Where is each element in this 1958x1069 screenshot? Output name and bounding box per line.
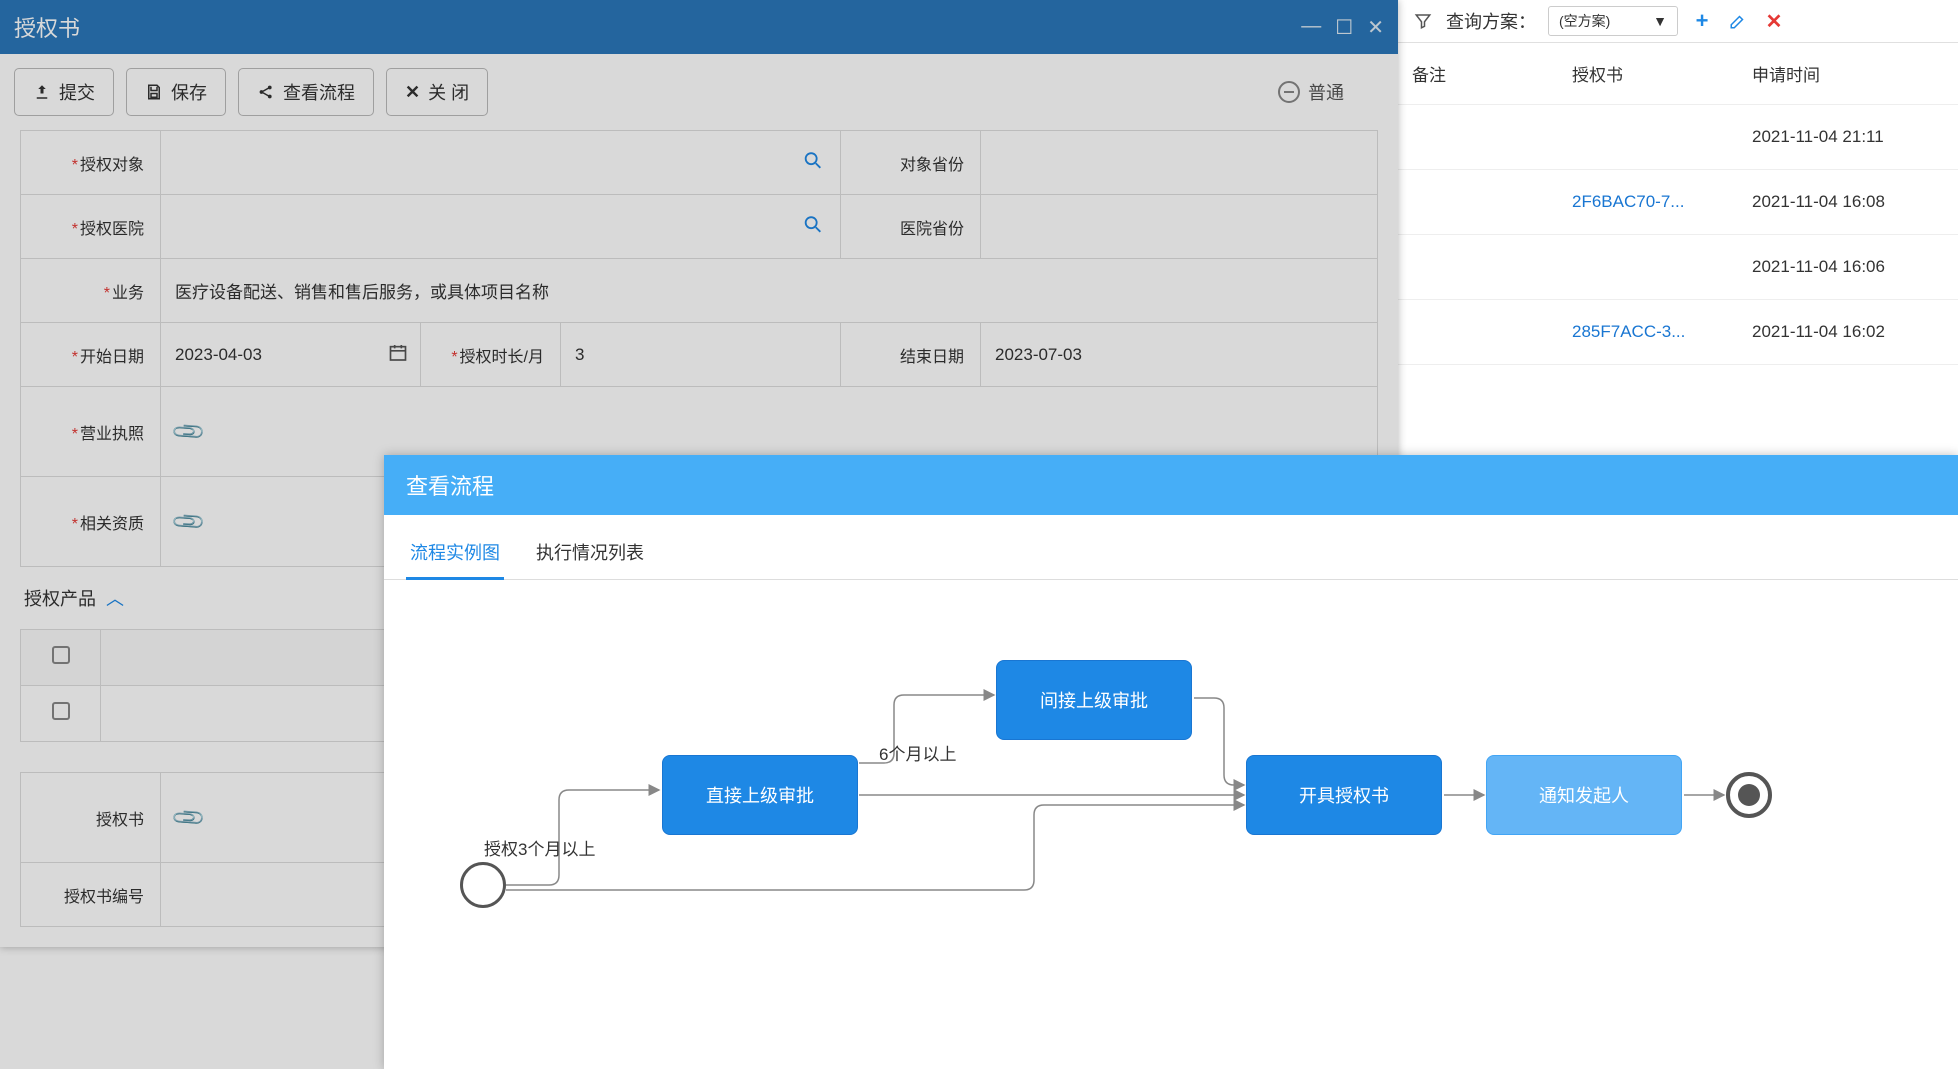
duration-field[interactable]: 3	[561, 323, 841, 387]
submit-button[interactable]: 提交	[14, 68, 114, 116]
business-field[interactable]: 医疗设备配送、销售和售后服务，或具体项目名称	[161, 259, 1378, 323]
row-checkbox[interactable]	[52, 702, 70, 720]
flow-cond-label: 6个月以上	[879, 740, 956, 765]
add-scheme-button[interactable]: +	[1690, 9, 1714, 33]
flow-node-indirect-supervisor[interactable]: 间接上级审批	[996, 660, 1192, 740]
view-flow-button[interactable]: 查看流程	[238, 68, 374, 116]
flow-start-label: 授权3个月以上	[484, 835, 595, 860]
flow-start-node	[460, 862, 506, 908]
status-icon	[1278, 81, 1300, 103]
close-button[interactable]: ✕ 关 闭	[386, 68, 488, 116]
table-row[interactable]: 285F7ACC-3...2021-11-04 16:02	[1398, 300, 1958, 365]
share-icon	[257, 83, 275, 101]
save-icon	[145, 83, 163, 101]
tab-exec-list[interactable]: 执行情况列表	[532, 531, 648, 579]
status-tag: 普通	[1278, 79, 1344, 105]
auth-hospital-field[interactable]	[161, 195, 841, 259]
start-date-label: 开始日期	[80, 349, 144, 366]
flow-node-direct-supervisor[interactable]: 直接上级审批	[662, 755, 858, 835]
duration-label: 授权时长/月	[460, 349, 544, 366]
select-all-checkbox[interactable]	[52, 646, 70, 664]
attachment-icon[interactable]: 📎	[170, 799, 208, 837]
flow-node-notify-initiator[interactable]: 通知发起人	[1486, 755, 1682, 835]
query-scheme-select[interactable]: (空方案) ▼	[1548, 6, 1678, 36]
attachment-icon[interactable]: 📎	[170, 413, 208, 451]
auth-hospital-label: 授权医院	[80, 221, 144, 238]
qualification-label: 相关资质	[80, 516, 144, 533]
auth-target-label: 授权对象	[80, 157, 144, 174]
auth-target-field[interactable]	[161, 131, 841, 195]
search-icon[interactable]	[802, 213, 824, 240]
table-row[interactable]: 2021-11-04 21:11	[1398, 105, 1958, 170]
authdoc-link[interactable]: 285F7ACC-3...	[1572, 322, 1752, 342]
col-remark: 备注	[1412, 61, 1572, 86]
col-applytime: 申请时间	[1752, 61, 1944, 86]
authno-label: 授权书编号	[64, 889, 144, 906]
flow-dialog-title: 查看流程	[384, 455, 1958, 515]
toolbar: 提交 保存 查看流程 ✕ 关 闭 普通	[0, 54, 1398, 130]
delete-scheme-button[interactable]: ✕	[1762, 9, 1786, 33]
hospital-province-field[interactable]	[981, 195, 1378, 259]
tab-flow-diagram[interactable]: 流程实例图	[406, 531, 504, 579]
license-label: 营业执照	[80, 426, 144, 443]
chevron-up-icon: ︿	[106, 585, 124, 611]
end-date-field: 2023-07-03	[981, 323, 1378, 387]
calendar-icon[interactable]	[388, 342, 408, 367]
hospital-province-label: 医院省份	[900, 221, 964, 238]
close-icon[interactable]: ✕	[1367, 15, 1384, 40]
maximize-icon[interactable]: ☐	[1335, 15, 1353, 40]
upload-icon	[33, 83, 51, 101]
query-scheme-label: 查询方案：	[1446, 8, 1536, 34]
search-icon[interactable]	[802, 149, 824, 176]
flow-canvas: 授权3个月以上 6个月以上 直接上级审批 间接上级审批 开具授权书 通知发起人	[384, 580, 1958, 1000]
col-authdoc: 授权书	[1572, 61, 1752, 86]
chevron-down-icon: ▼	[1653, 13, 1667, 29]
edit-scheme-button[interactable]	[1726, 9, 1750, 33]
save-button[interactable]: 保存	[126, 68, 226, 116]
x-icon: ✕	[405, 82, 420, 103]
target-province-field[interactable]	[981, 131, 1378, 195]
authdoc-link[interactable]: 2F6BAC70-7...	[1572, 192, 1752, 212]
attachment-icon[interactable]: 📎	[170, 503, 208, 541]
window-titlebar: 授权书 — ☐ ✕	[0, 0, 1398, 54]
authdoc-label: 授权书	[96, 812, 144, 829]
query-scheme-value: (空方案)	[1559, 11, 1610, 31]
window-title: 授权书	[14, 11, 80, 43]
business-label: 业务	[112, 285, 144, 302]
table-row[interactable]: 2021-11-04 16:06	[1398, 235, 1958, 300]
table-row[interactable]: 2F6BAC70-7...2021-11-04 16:08	[1398, 170, 1958, 235]
minimize-icon[interactable]: —	[1301, 15, 1321, 40]
flow-end-node	[1726, 772, 1772, 818]
flow-dialog: 查看流程 流程实例图 执行情况列表 授权3个月以上 6个月以上 直接上级审批 间…	[384, 455, 1958, 1069]
start-date-field[interactable]: 2023-04-03	[161, 323, 421, 387]
end-date-label: 结束日期	[900, 349, 964, 366]
filter-icon[interactable]	[1412, 10, 1434, 32]
flow-node-issue-auth[interactable]: 开具授权书	[1246, 755, 1442, 835]
target-province-label: 对象省份	[900, 157, 964, 174]
